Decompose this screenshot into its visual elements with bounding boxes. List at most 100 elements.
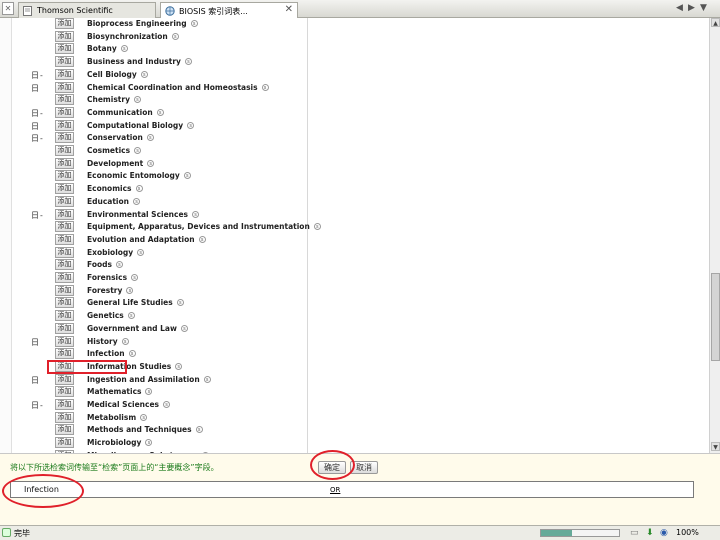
scope-note-icon[interactable]: s (261, 83, 269, 91)
scope-note-icon[interactable]: s (140, 413, 148, 421)
term-label[interactable]: Chemistry s (87, 95, 141, 104)
tab-thomson-scientific[interactable]: Thomson Scientific (18, 2, 156, 18)
scope-note-icon[interactable]: s (140, 70, 148, 78)
scope-note-icon[interactable]: s (146, 134, 154, 142)
scope-note-icon[interactable]: s (313, 223, 321, 231)
term-label[interactable]: Ingestion and Assimilation s (87, 375, 211, 384)
tab-scroll-right-icon[interactable]: ▶ (688, 3, 695, 13)
scope-note-icon[interactable]: s (147, 159, 155, 167)
expand-tree-icon[interactable]: 日 (31, 337, 39, 348)
term-label[interactable]: Mathematics s (87, 387, 153, 396)
expand-tree-icon[interactable]: 日- (31, 400, 44, 411)
add-term-button[interactable]: 添加 (55, 221, 74, 233)
stop-icon[interactable]: ✕ (2, 2, 14, 15)
add-term-button[interactable]: 添加 (55, 322, 74, 334)
scope-note-icon[interactable]: s (156, 108, 164, 116)
scope-note-icon[interactable]: s (145, 439, 153, 447)
scope-note-icon[interactable]: s (203, 375, 211, 383)
term-label[interactable]: Bioprocess Engineering s (87, 19, 198, 28)
scope-note-icon[interactable]: s (115, 261, 123, 269)
tab-list-icon[interactable]: ▼ (700, 3, 707, 13)
term-label[interactable]: Biosynchronization s (87, 32, 179, 41)
add-term-button[interactable]: 添加 (55, 119, 74, 131)
add-term-button[interactable]: 添加 (55, 373, 74, 385)
scope-note-icon[interactable]: s (198, 235, 206, 243)
expand-tree-icon[interactable]: 日- (31, 108, 44, 119)
scope-note-icon[interactable]: s (175, 362, 183, 370)
term-label[interactable]: Forensics s (87, 273, 139, 282)
selected-terms-field[interactable]: Infection (10, 481, 694, 498)
term-label[interactable]: Communication s (87, 108, 164, 117)
add-term-button[interactable]: 添加 (55, 56, 74, 68)
term-label[interactable]: History s (87, 337, 129, 346)
term-label[interactable]: Foods s (87, 260, 123, 269)
scope-note-icon[interactable]: s (163, 401, 171, 408)
scope-note-icon[interactable]: s (192, 210, 200, 218)
add-term-button[interactable]: 添加 (55, 183, 74, 195)
add-term-button[interactable]: 添加 (55, 30, 74, 42)
add-term-button[interactable]: 添加 (55, 259, 74, 271)
scope-note-icon[interactable]: s (183, 172, 191, 180)
add-term-button[interactable]: 添加 (55, 208, 74, 220)
scope-note-icon[interactable]: s (135, 185, 143, 193)
add-term-button[interactable]: 添加 (55, 145, 74, 156)
vertical-scrollbar[interactable]: ▲ ▼ (709, 18, 720, 453)
term-label[interactable]: Botany s (87, 44, 128, 53)
add-term-button[interactable]: 添加 (55, 411, 74, 423)
add-term-button[interactable]: 添加 (55, 195, 74, 207)
popup-blocker-icon[interactable]: ▭ (630, 528, 639, 538)
term-label[interactable]: Cell Biology s (87, 70, 148, 79)
term-label[interactable]: Conservation s (87, 133, 154, 142)
scope-note-icon[interactable]: s (127, 312, 135, 320)
term-label[interactable]: Business and Industry s (87, 57, 192, 66)
close-tab-icon[interactable]: ✕ (285, 4, 293, 15)
term-label[interactable]: Economic Entomology s (87, 171, 191, 180)
scope-note-icon[interactable]: s (133, 197, 140, 205)
scope-note-icon[interactable]: s (121, 337, 129, 345)
add-term-button[interactable]: 添加 (55, 310, 74, 322)
add-term-button[interactable]: 添加 (55, 424, 74, 436)
add-term-button[interactable]: 添加 (55, 437, 74, 449)
scope-note-icon[interactable]: s (171, 32, 179, 40)
scope-note-icon[interactable]: s (134, 147, 142, 154)
term-label[interactable]: Cosmetics s (87, 146, 142, 155)
add-term-button[interactable]: 添加 (55, 233, 74, 245)
expand-tree-icon[interactable]: 日 (31, 83, 39, 94)
scope-note-icon[interactable]: s (120, 45, 128, 53)
zoom-level[interactable]: 100% (676, 528, 699, 537)
add-term-button[interactable]: 添加 (55, 399, 74, 410)
add-term-button[interactable]: 添加 (55, 386, 74, 398)
scope-note-icon[interactable]: s (195, 426, 203, 434)
add-term-button[interactable]: 添加 (55, 157, 74, 169)
scope-note-icon[interactable]: s (126, 286, 134, 294)
scroll-thumb[interactable] (711, 273, 720, 361)
term-label[interactable]: Exobiology s (87, 248, 145, 257)
term-label[interactable]: Equipment, Apparatus, Devices and Instru… (87, 222, 321, 231)
download-icon[interactable]: ⬇ (646, 528, 654, 538)
scope-note-icon[interactable]: s (176, 299, 184, 307)
add-term-button[interactable]: 添加 (55, 348, 74, 360)
term-label[interactable]: Genetics s (87, 311, 135, 320)
term-label[interactable]: Economics s (87, 184, 143, 193)
add-term-button[interactable]: 添加 (55, 132, 74, 144)
tab-biosis-index[interactable]: BIOSIS 索引词表... ✕ (160, 2, 298, 18)
tab-scroll-left-icon[interactable]: ◀ (676, 3, 683, 13)
add-term-button[interactable]: 添加 (55, 81, 74, 93)
term-label[interactable]: Evolution and Adaptation s (87, 235, 206, 244)
term-label[interactable]: Medical Sciences s (87, 400, 171, 409)
expand-tree-icon[interactable]: 日 (31, 121, 39, 132)
scope-note-icon[interactable]: s (190, 20, 198, 27)
term-label[interactable]: Chemical Coordination and Homeostasis s (87, 83, 269, 92)
expand-tree-icon[interactable]: 日- (31, 133, 44, 144)
add-term-button[interactable]: 添加 (55, 94, 74, 106)
expand-tree-icon[interactable]: 日- (31, 210, 44, 221)
term-label[interactable]: Microbiology s (87, 438, 153, 447)
expand-tree-icon[interactable]: 日 (31, 375, 39, 386)
add-term-button[interactable]: 添加 (55, 18, 74, 29)
add-term-button[interactable]: 添加 (55, 284, 74, 296)
term-label[interactable]: Education s (87, 197, 140, 206)
add-term-button[interactable]: 添加 (55, 272, 74, 283)
expand-tree-icon[interactable]: 日- (31, 70, 44, 81)
add-term-button[interactable]: 添加 (55, 335, 74, 347)
term-label[interactable]: Development s (87, 159, 155, 168)
